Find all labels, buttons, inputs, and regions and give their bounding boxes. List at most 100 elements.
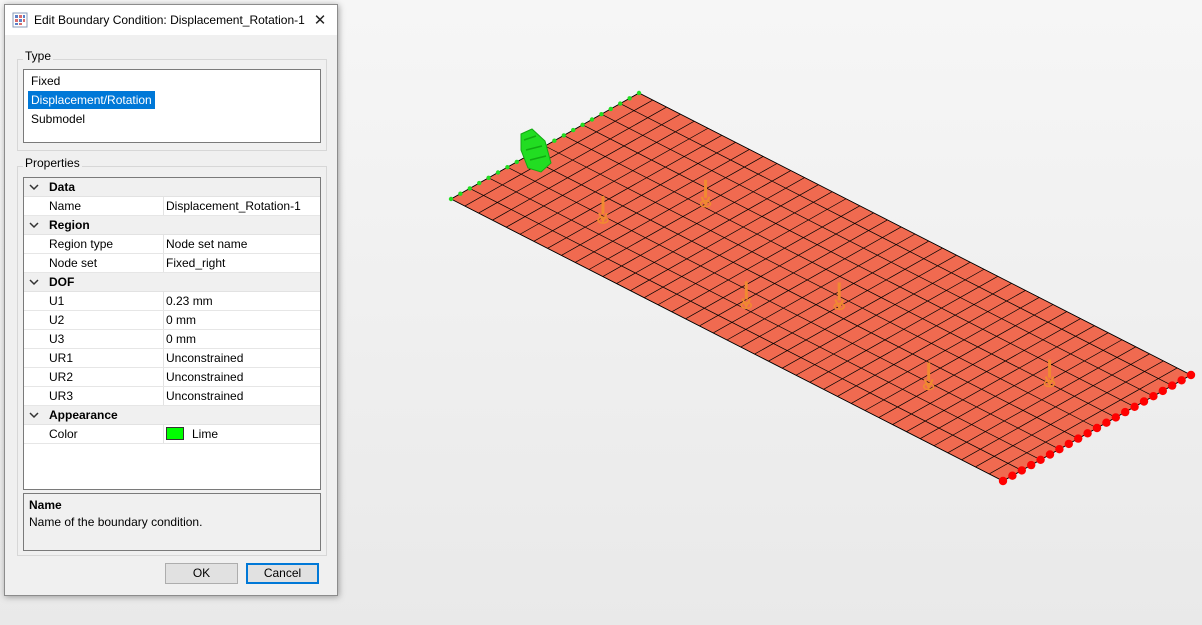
- property-row-region-type[interactable]: Region type Node set name: [24, 235, 320, 254]
- property-row-u3[interactable]: U3 0 mm: [24, 330, 320, 349]
- property-value-ur1[interactable]: Unconstrained: [166, 351, 243, 365]
- description-title: Name: [29, 498, 62, 512]
- property-label: UR1: [49, 351, 74, 365]
- color-swatch[interactable]: [166, 427, 184, 440]
- property-row-ur3[interactable]: UR3 Unconstrained: [24, 387, 320, 406]
- chevron-down-icon[interactable]: [27, 180, 41, 194]
- fixed-node-marker: [1045, 450, 1055, 459]
- property-description-panel: Name Name of the boundary condition.: [23, 493, 321, 551]
- property-value-u1[interactable]: 0.23 mm: [166, 294, 213, 308]
- close-button[interactable]: ✕: [303, 5, 337, 35]
- category-dof[interactable]: DOF: [24, 273, 320, 292]
- property-row-ur1[interactable]: UR1 Unconstrained: [24, 349, 320, 368]
- type-group-label: Type: [23, 49, 54, 63]
- fixed-node-marker: [1027, 460, 1036, 470]
- column-divider: [163, 368, 164, 386]
- category-appearance[interactable]: Appearance: [24, 406, 320, 425]
- column-divider: [163, 387, 164, 405]
- property-value-color[interactable]: Lime: [192, 427, 218, 441]
- bc-node-marker: [627, 96, 632, 101]
- fixed-node-marker: [1074, 434, 1083, 443]
- property-value-node-set[interactable]: Fixed_right: [166, 256, 225, 270]
- property-row-node-set[interactable]: Node set Fixed_right: [24, 254, 320, 273]
- category-label: Data: [49, 180, 76, 194]
- column-divider: [163, 197, 164, 215]
- description-text: Name of the boundary condition.: [29, 515, 203, 529]
- column-divider: [163, 235, 164, 253]
- fixed-node-marker: [1149, 392, 1158, 401]
- fixed-node-marker: [1083, 429, 1092, 438]
- type-list[interactable]: Fixed Displacement/Rotation Submodel: [23, 69, 321, 143]
- cancel-button[interactable]: Cancel: [246, 563, 319, 584]
- dialog-title-bar[interactable]: Edit Boundary Condition: Displacement_Ro…: [5, 5, 337, 35]
- ok-button[interactable]: OK: [165, 563, 238, 584]
- fixed-node-marker: [1139, 397, 1149, 406]
- property-value-name[interactable]: Displacement_Rotation-1: [166, 199, 301, 213]
- property-row-ur2[interactable]: UR2 Unconstrained: [24, 368, 320, 387]
- property-label: UR2: [49, 370, 74, 384]
- bc-node-marker: [505, 165, 510, 170]
- bc-node-marker: [561, 133, 566, 138]
- property-row-color[interactable]: Color Lime: [24, 425, 320, 444]
- bc-node-marker: [552, 138, 557, 143]
- column-divider: [163, 425, 164, 443]
- property-label: U1: [49, 294, 65, 308]
- dialog-title: Edit Boundary Condition: Displacement_Ro…: [34, 13, 305, 27]
- fixed-node-marker: [1102, 418, 1111, 427]
- fixed-node-marker: [1008, 471, 1017, 480]
- property-value-ur3[interactable]: Unconstrained: [166, 389, 243, 403]
- property-label: U3: [49, 332, 65, 346]
- bc-node-marker: [571, 127, 576, 133]
- bc-node-marker: [486, 175, 491, 180]
- category-label: Region: [49, 218, 90, 232]
- type-option-submodel[interactable]: Submodel: [28, 110, 88, 128]
- bc-node-marker: [477, 180, 482, 186]
- column-divider: [163, 292, 164, 310]
- column-divider: [163, 254, 164, 272]
- edit-boundary-condition-dialog: Edit Boundary Condition: Displacement_Ro…: [4, 4, 338, 596]
- fixed-node-marker: [1111, 413, 1121, 422]
- property-value-region-type[interactable]: Node set name: [166, 237, 247, 251]
- column-divider: [163, 311, 164, 329]
- category-label: Appearance: [49, 408, 118, 422]
- fixed-node-marker: [1055, 445, 1064, 454]
- property-label: UR3: [49, 389, 74, 403]
- bc-node-marker: [580, 122, 585, 128]
- bc-node-marker: [608, 106, 613, 112]
- fixed-node-marker: [1092, 423, 1102, 433]
- category-region[interactable]: Region: [24, 216, 320, 235]
- property-value-u2[interactable]: 0 mm: [166, 313, 196, 327]
- mesh-grid-lines: [450, 92, 1192, 482]
- property-row-name[interactable]: Name Displacement_Rotation-1: [24, 197, 320, 216]
- property-value-u3[interactable]: 0 mm: [166, 332, 196, 346]
- chevron-down-icon[interactable]: [27, 275, 41, 289]
- category-label: DOF: [49, 275, 75, 289]
- property-label: Name: [49, 199, 82, 213]
- bc-node-marker: [618, 101, 623, 106]
- property-label: Region type: [49, 237, 114, 251]
- fixed-node-marker: [1177, 376, 1186, 385]
- property-row-u1[interactable]: U1 0.23 mm: [24, 292, 320, 311]
- property-label: U2: [49, 313, 65, 327]
- chevron-down-icon[interactable]: [27, 408, 41, 422]
- property-label: Color: [49, 427, 78, 441]
- property-row-u2[interactable]: U2 0 mm: [24, 311, 320, 330]
- category-data[interactable]: Data: [24, 178, 320, 197]
- property-label: Node set: [49, 256, 98, 270]
- bc-node-marker: [458, 191, 463, 196]
- fixed-node-marker: [1186, 370, 1196, 380]
- bc-node-marker: [467, 186, 472, 191]
- fixed-node-marker: [1121, 407, 1130, 417]
- type-option-fixed[interactable]: Fixed: [28, 72, 63, 90]
- chevron-down-icon[interactable]: [27, 218, 41, 232]
- bc-node-marker: [448, 196, 454, 202]
- fixed-node-marker: [1130, 402, 1139, 411]
- column-divider: [163, 330, 164, 348]
- bc-node-marker: [589, 117, 595, 122]
- fixed-node-marker: [1036, 455, 1045, 464]
- bc-node-marker: [514, 159, 519, 165]
- type-option-displacement-rotation[interactable]: Displacement/Rotation: [28, 91, 155, 109]
- property-grid[interactable]: Data Name Displacement_Rotation-1 Region…: [23, 177, 321, 490]
- close-icon: ✕: [313, 12, 327, 29]
- property-value-ur2[interactable]: Unconstrained: [166, 370, 243, 384]
